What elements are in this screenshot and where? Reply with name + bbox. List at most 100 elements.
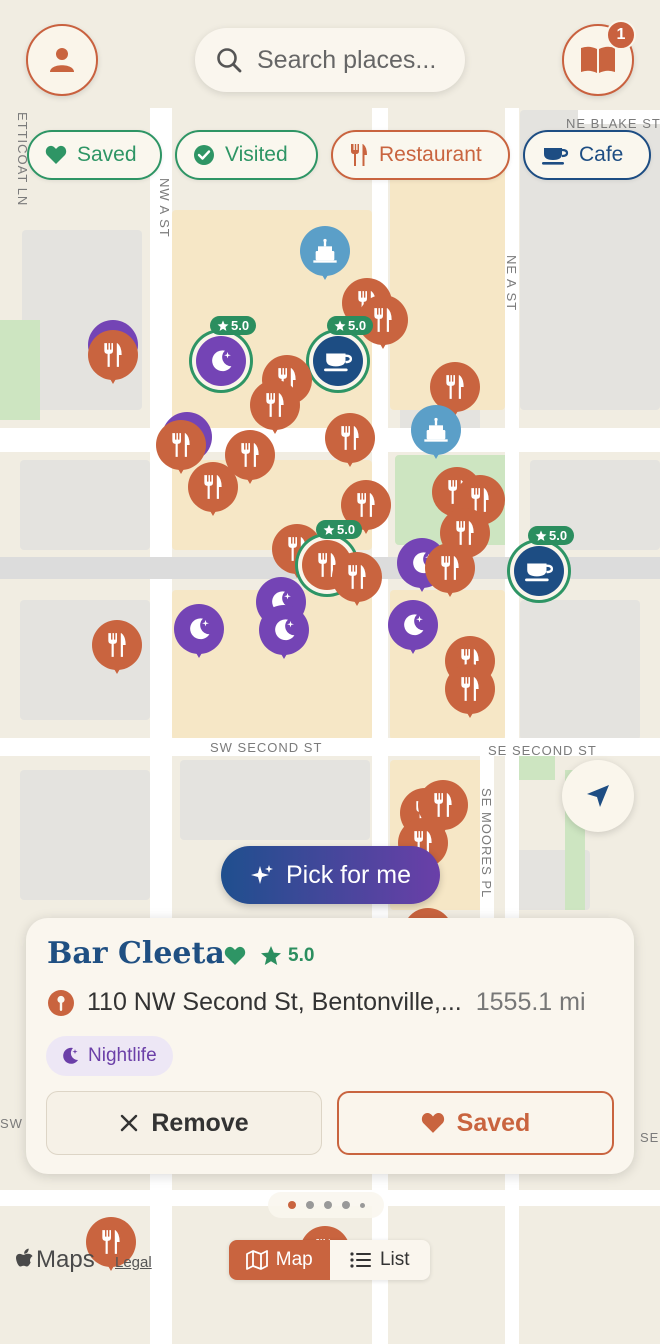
filter-visited[interactable]: Visited <box>175 130 318 180</box>
bakery-pin[interactable] <box>300 226 350 284</box>
cake-icon <box>313 238 337 263</box>
map-view-label: Map <box>275 1249 313 1270</box>
moon-icon <box>275 619 295 641</box>
pin-bubble <box>92 620 142 670</box>
restaurant-pin[interactable] <box>425 543 475 601</box>
list-view-button[interactable]: List <box>330 1240 431 1280</box>
restaurant-pin[interactable] <box>325 413 375 471</box>
category-label: Nightlife <box>88 1045 157 1066</box>
search-bar[interactable] <box>195 28 465 92</box>
restaurant-pin[interactable] <box>188 462 238 520</box>
fork-knife-icon <box>341 426 359 450</box>
pin-rating-value: 5.0 <box>337 522 356 537</box>
cafe-pin[interactable]: 5.0 <box>514 526 575 604</box>
fork-knife-icon <box>204 475 222 499</box>
street-label-se-second: SE SECOND ST <box>488 743 597 758</box>
coffee-cup-icon <box>324 353 353 372</box>
fork-knife-icon <box>241 443 259 467</box>
fork-knife-icon <box>104 343 122 367</box>
moon-icon <box>190 618 210 640</box>
restaurant-pin[interactable] <box>88 330 138 388</box>
pin-bubble <box>514 546 564 596</box>
legal-link[interactable]: Legal <box>115 1254 152 1271</box>
street-label-ne-a: NE A ST <box>504 255 519 311</box>
street-label-nw-a: NW A ST <box>157 178 172 238</box>
street-label-se-moores: SE MOORES PL <box>479 788 494 898</box>
restaurant-pin[interactable] <box>92 620 142 678</box>
star-icon <box>323 524 335 535</box>
fork-knife-icon <box>434 793 452 817</box>
notification-badge: 1 <box>606 20 636 50</box>
card-pager[interactable] <box>268 1192 384 1218</box>
pick-for-me-label: Pick for me <box>285 860 412 889</box>
pager-dot[interactable] <box>341 1201 350 1209</box>
close-icon <box>121 1114 138 1132</box>
street-label-se-edge: SE <box>640 1130 659 1145</box>
nightlife-pin[interactable]: 5.0 <box>196 316 257 394</box>
check-circle-icon <box>194 145 214 165</box>
place-distance: 1555.1 mi <box>475 988 586 1016</box>
pager-dot[interactable] <box>359 1202 365 1208</box>
pin-bubble <box>445 664 495 714</box>
sparkles-icon <box>250 865 273 884</box>
pin-rating-badge: 5.0 <box>528 526 575 545</box>
fork-knife-icon <box>348 565 366 589</box>
filter-cafe[interactable]: Cafe <box>523 130 651 180</box>
cake-icon <box>424 417 448 442</box>
location-arrow-icon <box>587 785 609 807</box>
pin-icon <box>48 989 74 1016</box>
apple-logo-icon <box>16 1248 33 1267</box>
place-address: 110 NW Second St, Bentonville,... <box>87 988 462 1016</box>
pin-rating-value: 5.0 <box>549 528 568 543</box>
list-view-label: List <box>379 1249 410 1270</box>
guide-button[interactable]: 1 <box>562 20 636 96</box>
pin-bubble <box>300 226 350 276</box>
list-icon <box>350 1252 371 1268</box>
pager-dot[interactable] <box>287 1201 296 1209</box>
star-icon <box>535 530 547 541</box>
filter-label: Restaurant <box>379 143 482 166</box>
street-label-sw-second: SW SECOND ST <box>210 740 322 755</box>
filter-saved[interactable]: Saved <box>27 130 162 180</box>
filter-restaurant[interactable]: Restaurant <box>331 130 510 180</box>
heart-icon <box>45 145 67 164</box>
fork-knife-icon <box>108 633 126 657</box>
nightlife-pin[interactable] <box>259 605 309 663</box>
pin-bubble <box>174 604 224 654</box>
cafe-pin[interactable]: 5.0 <box>313 316 374 394</box>
place-card[interactable]: Bar Cleeta 5.0 110 NW Second St, Bentonv… <box>26 918 634 1174</box>
restaurant-pin[interactable] <box>332 552 382 610</box>
map-view-button[interactable]: Map <box>229 1240 330 1280</box>
pin-bubble <box>88 330 138 380</box>
pick-for-me-button[interactable]: Pick for me <box>221 846 440 904</box>
search-input[interactable] <box>257 45 457 75</box>
street-label-sw-edge: SW <box>0 1116 23 1131</box>
pin-bubble <box>250 380 300 430</box>
locate-me-button[interactable] <box>562 760 634 832</box>
rating-value: 5.0 <box>288 945 315 966</box>
remove-button[interactable]: Remove <box>46 1091 322 1155</box>
pin-bubble <box>425 543 475 593</box>
pager-dot[interactable] <box>305 1201 314 1209</box>
fork-knife-icon <box>102 1230 120 1254</box>
nightlife-pin[interactable] <box>388 600 438 658</box>
bakery-pin[interactable] <box>411 405 461 463</box>
fork-knife-icon <box>172 433 190 457</box>
pager-dot[interactable] <box>323 1201 332 1209</box>
profile-button[interactable] <box>26 24 98 96</box>
search-icon <box>217 48 242 73</box>
saved-button[interactable]: Saved <box>337 1091 614 1155</box>
view-toggle[interactable]: Map List <box>229 1240 430 1280</box>
place-rating: 5.0 <box>260 945 314 967</box>
saved-heart-icon <box>224 946 246 965</box>
pin-rating-badge: 5.0 <box>210 316 257 335</box>
nightlife-pin[interactable] <box>174 604 224 662</box>
pin-rating-badge: 5.0 <box>316 520 363 539</box>
pin-bubble <box>196 336 246 386</box>
pin-rating-value: 5.0 <box>348 318 367 333</box>
pin-bubble <box>411 405 461 455</box>
pin-bubble <box>325 413 375 463</box>
restaurant-pin[interactable] <box>445 664 495 722</box>
filter-label: Saved <box>77 143 137 166</box>
fork-knife-icon <box>461 677 479 701</box>
